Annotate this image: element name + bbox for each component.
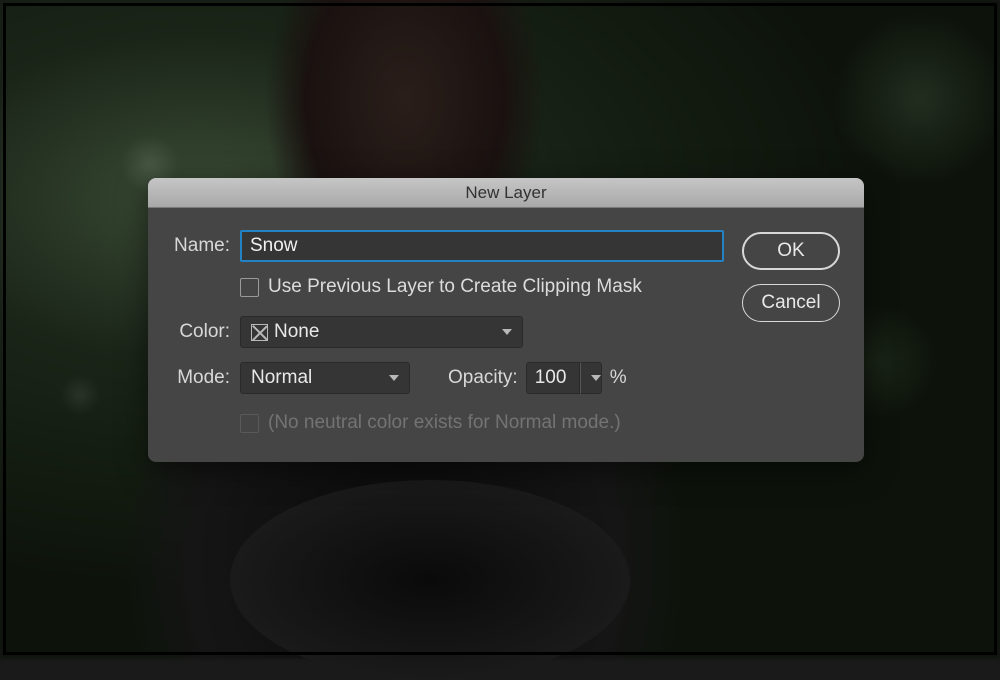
cancel-label: Cancel (761, 292, 820, 314)
name-label: Name: (172, 235, 240, 257)
cancel-button[interactable]: Cancel (742, 284, 840, 322)
name-row: Name: (172, 230, 724, 262)
chevron-down-icon (389, 375, 399, 381)
dialog-title: New Layer (465, 183, 546, 203)
mode-select[interactable]: Normal (240, 362, 410, 394)
chevron-down-icon (502, 329, 512, 335)
neutral-label: (No neutral color exists for Normal mode… (268, 412, 621, 434)
none-swatch-icon (251, 324, 268, 341)
ok-label: OK (777, 240, 804, 262)
dialog-form: Name: Use Previous Layer to Create Clipp… (172, 230, 724, 434)
clipping-mask-label: Use Previous Layer to Create Clipping Ma… (268, 276, 642, 298)
neutral-checkbox (240, 414, 259, 433)
ok-button[interactable]: OK (742, 232, 840, 270)
color-row: Color: None (172, 316, 724, 348)
opacity-group: Opacity: % (448, 362, 627, 394)
dialog-body: Name: Use Previous Layer to Create Clipp… (148, 208, 864, 462)
color-label: Color: (172, 321, 240, 343)
new-layer-dialog: New Layer Name: Use Previous Layer to Cr… (148, 178, 864, 462)
chevron-down-icon (591, 375, 601, 381)
mode-label: Mode: (172, 367, 240, 389)
mode-row: Mode: Normal Opacity: % (172, 362, 724, 394)
opacity-input[interactable] (526, 362, 580, 394)
mode-value: Normal (251, 367, 312, 389)
opacity-stepper[interactable] (580, 362, 602, 394)
opacity-label: Opacity: (448, 367, 518, 389)
neutral-row: (No neutral color exists for Normal mode… (240, 412, 724, 434)
dialog-titlebar[interactable]: New Layer (148, 178, 864, 208)
color-select[interactable]: None (240, 316, 523, 348)
color-value: None (274, 321, 319, 343)
opacity-unit: % (610, 367, 627, 389)
dialog-buttons: OK Cancel (742, 230, 840, 434)
clipping-mask-row: Use Previous Layer to Create Clipping Ma… (240, 276, 724, 298)
clipping-mask-checkbox[interactable] (240, 278, 259, 297)
name-input[interactable] (240, 230, 724, 262)
